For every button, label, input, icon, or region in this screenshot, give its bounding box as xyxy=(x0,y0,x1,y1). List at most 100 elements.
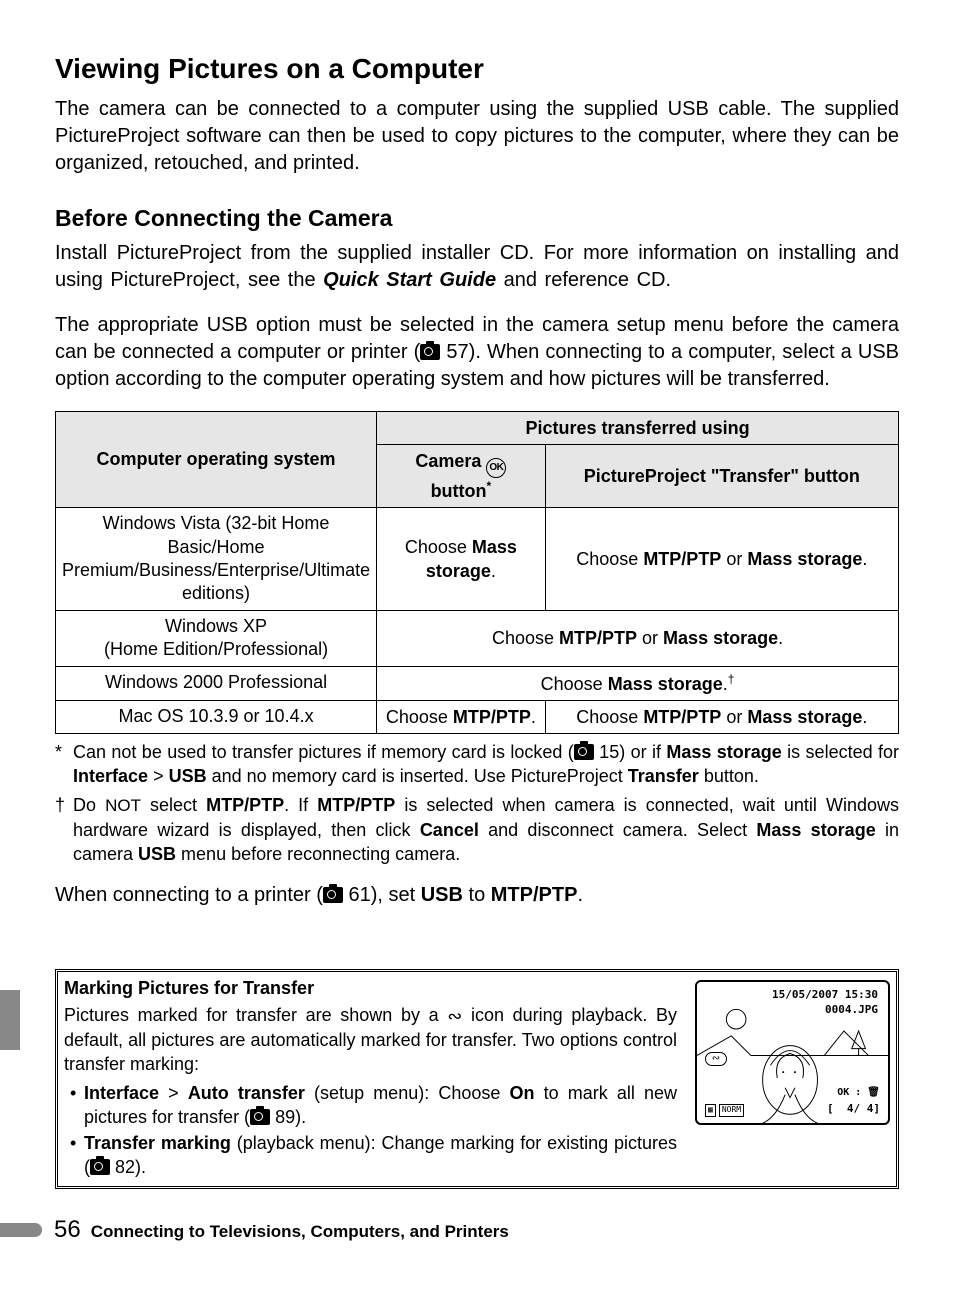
section-tab xyxy=(0,990,20,1050)
footnotes: * Can not be used to transfer pictures i… xyxy=(55,740,899,866)
text: Transfer xyxy=(628,766,699,786)
text: Choose xyxy=(405,537,472,557)
os-cell: Windows 2000 Professional xyxy=(56,666,377,700)
footnote-mark: * xyxy=(55,740,73,789)
text: . If xyxy=(284,795,317,815)
infobox-title: Marking Pictures for Transfer xyxy=(64,976,677,1000)
col-header-span: Pictures transferred using xyxy=(377,411,899,444)
ok-icon xyxy=(486,458,506,478)
text: Interface xyxy=(84,1083,159,1103)
text: Choose xyxy=(492,628,559,648)
table-row: Mac OS 10.3.9 or 10.4.x Choose MTP/PTP. … xyxy=(56,700,899,733)
pp-button-cell: Choose MTP/PTP or Mass storage. xyxy=(545,700,898,733)
lcd-bottom-left: ▦NORM xyxy=(705,1104,744,1117)
text: Choose xyxy=(576,549,643,569)
text: Transfer marking xyxy=(84,1133,231,1153)
bullet-list: Interface > Auto transfer (setup menu): … xyxy=(64,1081,677,1180)
footnote-dagger: † Do not select MTP/PTP. If MTP/PTP is s… xyxy=(55,793,899,867)
text: Mass storage xyxy=(608,674,723,694)
col-header-camera: Camera button* xyxy=(377,445,546,508)
col-header-os: Computer operating system xyxy=(56,411,377,507)
text: Mass storage xyxy=(747,549,862,569)
os-cell: Windows Vista (32-bit Home Basic/Home Pr… xyxy=(56,508,377,611)
list-item: Transfer marking (playback menu): Change… xyxy=(64,1131,677,1180)
text: is selected for xyxy=(782,742,899,762)
text: MTP/PTP xyxy=(559,628,637,648)
text: . xyxy=(778,628,783,648)
text: USB xyxy=(421,884,463,906)
quick-start-guide: Quick Start Guide xyxy=(323,269,496,291)
text: On xyxy=(509,1083,534,1103)
os-cell: Windows XP(Home Edition/Professional) xyxy=(56,610,377,666)
merged-cell: Choose MTP/PTP or Mass storage. xyxy=(377,610,899,666)
camera-icon xyxy=(323,887,343,903)
text: 82). xyxy=(110,1157,146,1177)
camera-icon xyxy=(574,744,594,760)
page-number: 56 xyxy=(54,1214,81,1246)
text: or xyxy=(637,628,663,648)
table-row: Windows XP(Home Edition/Professional) Ch… xyxy=(56,610,899,666)
text: not xyxy=(105,796,141,815)
lcd-count: [ 4/ 4] xyxy=(827,1102,880,1117)
text: MTP/PTP xyxy=(206,795,284,815)
text: > xyxy=(168,1083,179,1103)
text: button. xyxy=(699,766,759,786)
camera-icon xyxy=(250,1109,270,1125)
main-heading: Viewing Pictures on a Computer xyxy=(55,50,899,88)
camera-button-cell: Choose Mass storage. xyxy=(377,508,546,611)
text: MTP/PTP xyxy=(317,795,395,815)
camera-icon xyxy=(420,344,440,360)
text: > xyxy=(153,766,164,786)
text: . xyxy=(862,549,867,569)
text: MTP/PTP xyxy=(453,707,531,727)
text: MTP/PTP xyxy=(643,549,721,569)
lcd-ok-hint: OK : 🗑 xyxy=(837,1086,880,1100)
merged-cell: Choose Mass storage.† xyxy=(377,666,899,700)
text: Choose xyxy=(576,707,643,727)
text: and reference CD. xyxy=(496,269,671,291)
text: select xyxy=(141,795,206,815)
sub-heading: Before Connecting the Camera xyxy=(55,203,899,234)
list-item: Interface > Auto transfer (setup menu): … xyxy=(64,1081,677,1130)
footnote-star: * Can not be used to transfer pictures i… xyxy=(55,740,899,789)
text: USB xyxy=(138,844,176,864)
marking-pictures-infobox: Marking Pictures for Transfer Pictures m… xyxy=(55,969,899,1188)
text: Pictures marked for transfer are shown b… xyxy=(64,1005,447,1025)
transfer-icon xyxy=(447,1004,462,1028)
transfer-badge: ∾ xyxy=(705,1052,727,1066)
footer-title: Connecting to Televisions, Computers, an… xyxy=(91,1221,509,1244)
text: . xyxy=(577,884,583,906)
lcd-filename: 0004.JPG xyxy=(772,1003,878,1018)
lcd-date: 15/05/2007 15:30 xyxy=(772,988,878,1003)
text: (setup menu): Choose xyxy=(305,1083,510,1103)
text: 89). xyxy=(270,1107,306,1127)
printer-line: When connecting to a printer ( 61), set … xyxy=(55,882,899,909)
text: USB xyxy=(169,766,207,786)
text: . xyxy=(531,707,536,727)
text: 15) or if xyxy=(594,742,667,762)
usb-options-table: Computer operating system Pictures trans… xyxy=(55,411,899,734)
text: When connecting to a printer ( xyxy=(55,884,323,906)
pp-button-cell: Choose MTP/PTP or Mass storage. xyxy=(545,508,898,611)
text: menu before reconnecting camera. xyxy=(176,844,460,864)
text: Mass storage xyxy=(747,707,862,727)
footnote-dagger: † xyxy=(728,672,735,686)
table-row: Windows 2000 Professional Choose Mass st… xyxy=(56,666,899,700)
text: Mass storage xyxy=(756,820,875,840)
camera-icon xyxy=(90,1159,110,1175)
os-cell: Mac OS 10.3.9 or 10.4.x xyxy=(56,700,377,733)
text: or xyxy=(721,707,747,727)
text: Choose xyxy=(386,707,453,727)
text: MTP/PTP xyxy=(643,707,721,727)
footnote-mark: † xyxy=(55,793,73,867)
footer-tab xyxy=(0,1223,42,1237)
text: Auto transfer xyxy=(188,1083,305,1103)
text: . xyxy=(862,707,867,727)
text: Choose xyxy=(541,674,608,694)
text: 61), set xyxy=(343,884,421,906)
intro-paragraph: The camera can be connected to a compute… xyxy=(55,96,899,177)
camera-button-cell: Choose MTP/PTP. xyxy=(377,700,546,733)
infobox-text: Pictures marked for transfer are shown b… xyxy=(64,1003,677,1180)
usb-paragraph: The appropriate USB option must be selec… xyxy=(55,312,899,393)
text: Interface xyxy=(73,766,148,786)
